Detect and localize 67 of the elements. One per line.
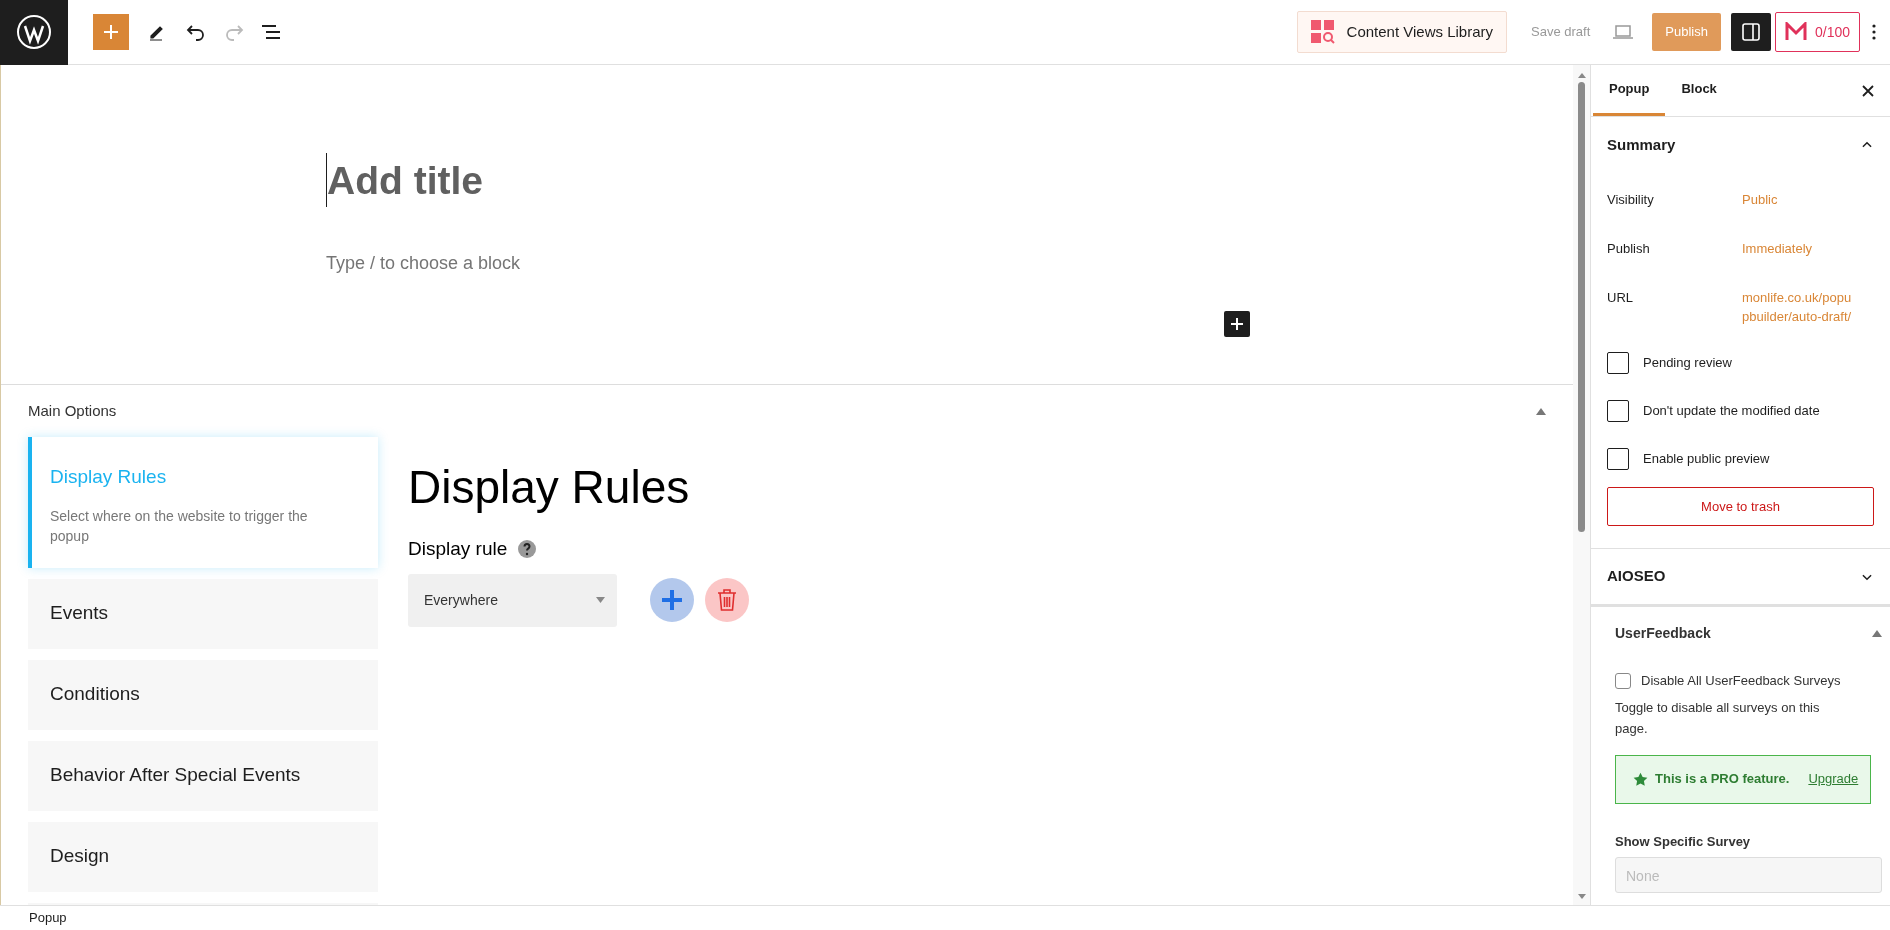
list-view-icon[interactable] bbox=[261, 23, 283, 41]
collapse-icon[interactable] bbox=[1872, 629, 1882, 637]
rule-select[interactable]: Everywhere bbox=[408, 573, 617, 627]
section-title[interactable]: Summary bbox=[1607, 133, 1676, 157]
star-icon bbox=[1633, 771, 1648, 787]
grid-search-icon bbox=[1310, 20, 1335, 44]
option-tab[interactable]: Display Rules Select where on the website to trigger the popup bbox=[28, 437, 378, 568]
tab-title: Display Rules bbox=[50, 465, 168, 489]
plus-icon bbox=[660, 588, 684, 612]
checkbox-label[interactable]: Enable public preview bbox=[1643, 449, 1770, 469]
checkbox[interactable] bbox=[1607, 448, 1629, 470]
sidebar-tab[interactable]: Block bbox=[1665, 65, 1733, 116]
scrollbar-thumb[interactable] bbox=[1578, 82, 1585, 532]
field-label: Display rule bbox=[408, 537, 508, 561]
option-tab[interactable]: Events bbox=[28, 578, 378, 649]
settings-toggle-button[interactable] bbox=[1730, 13, 1771, 51]
row-label: Publish bbox=[1607, 240, 1651, 258]
section-heading: Display Rules bbox=[408, 460, 691, 515]
block-placeholder[interactable]: Type / to choose a block bbox=[326, 250, 1573, 277]
delete-rule-button[interactable] bbox=[705, 578, 749, 622]
row-label: Visibility bbox=[1607, 191, 1655, 209]
undo-icon[interactable] bbox=[185, 22, 207, 42]
checkbox-label[interactable]: Disable All UserFeedback Surveys bbox=[1641, 671, 1841, 691]
tab-title: Behavior After Special Events bbox=[50, 763, 301, 788]
add-rule-button[interactable] bbox=[650, 578, 694, 622]
checkbox-label[interactable]: Pending review bbox=[1643, 353, 1732, 373]
breadcrumb-link[interactable]: Popup bbox=[29, 908, 67, 928]
more-options-icon[interactable] bbox=[1872, 24, 1876, 40]
section-title[interactable]: AIOSEO bbox=[1607, 565, 1666, 588]
plus-icon bbox=[103, 24, 119, 40]
panel-title: Main Options bbox=[28, 400, 117, 421]
add-block-button[interactable] bbox=[93, 14, 129, 50]
option-tab[interactable]: Design bbox=[28, 821, 378, 892]
option-tab[interactable]: Conditions bbox=[28, 659, 378, 730]
scroll-up-icon[interactable] bbox=[1577, 73, 1586, 78]
row-label: URL bbox=[1607, 289, 1634, 307]
checkbox[interactable] bbox=[1607, 400, 1629, 422]
trash-icon bbox=[716, 588, 738, 612]
seo-score-button[interactable]: 0/100 bbox=[1774, 12, 1860, 52]
site-logo-button[interactable] bbox=[0, 0, 68, 65]
title-field[interactable]: Add title bbox=[327, 160, 483, 200]
plus-icon bbox=[1230, 317, 1244, 331]
help-icon[interactable] bbox=[517, 539, 538, 560]
tab-title: Events bbox=[50, 601, 109, 626]
upgrade-link[interactable]: Upgrade bbox=[1808, 769, 1859, 789]
library-button[interactable]: Content Views Library bbox=[1296, 11, 1508, 53]
close-icon[interactable] bbox=[1862, 84, 1874, 97]
tab-title: Conditions bbox=[50, 682, 140, 707]
move-to-trash-button[interactable]: Move to trash bbox=[1607, 487, 1874, 526]
checkbox[interactable] bbox=[1607, 352, 1629, 374]
caret-icon bbox=[596, 597, 605, 603]
m-logo-icon bbox=[1784, 22, 1807, 42]
section-title[interactable]: UserFeedback bbox=[1615, 622, 1711, 644]
wordpress-logo-icon bbox=[16, 14, 52, 50]
field-label: Show Specific Survey bbox=[1615, 832, 1752, 851]
collapse-icon[interactable] bbox=[1536, 407, 1546, 415]
tab-title: Design bbox=[50, 844, 110, 869]
checkbox-label[interactable]: Don't update the modified date bbox=[1643, 401, 1820, 421]
tab-description: Select where on the website to trigger the popup bbox=[50, 506, 309, 546]
option-tab[interactable]: Behavior After Special Events bbox=[28, 740, 378, 811]
sidebar-icon bbox=[1741, 23, 1760, 41]
pro-text: This is a PRO feature. bbox=[1655, 770, 1790, 789]
inserter-button[interactable] bbox=[1224, 311, 1250, 337]
help-text: Toggle to disable all surveys on this page. bbox=[1615, 698, 1821, 738]
sidebar-tab[interactable]: Popup bbox=[1593, 65, 1666, 116]
scroll-down-icon[interactable] bbox=[1577, 894, 1586, 899]
checkbox[interactable] bbox=[1615, 672, 1631, 689]
